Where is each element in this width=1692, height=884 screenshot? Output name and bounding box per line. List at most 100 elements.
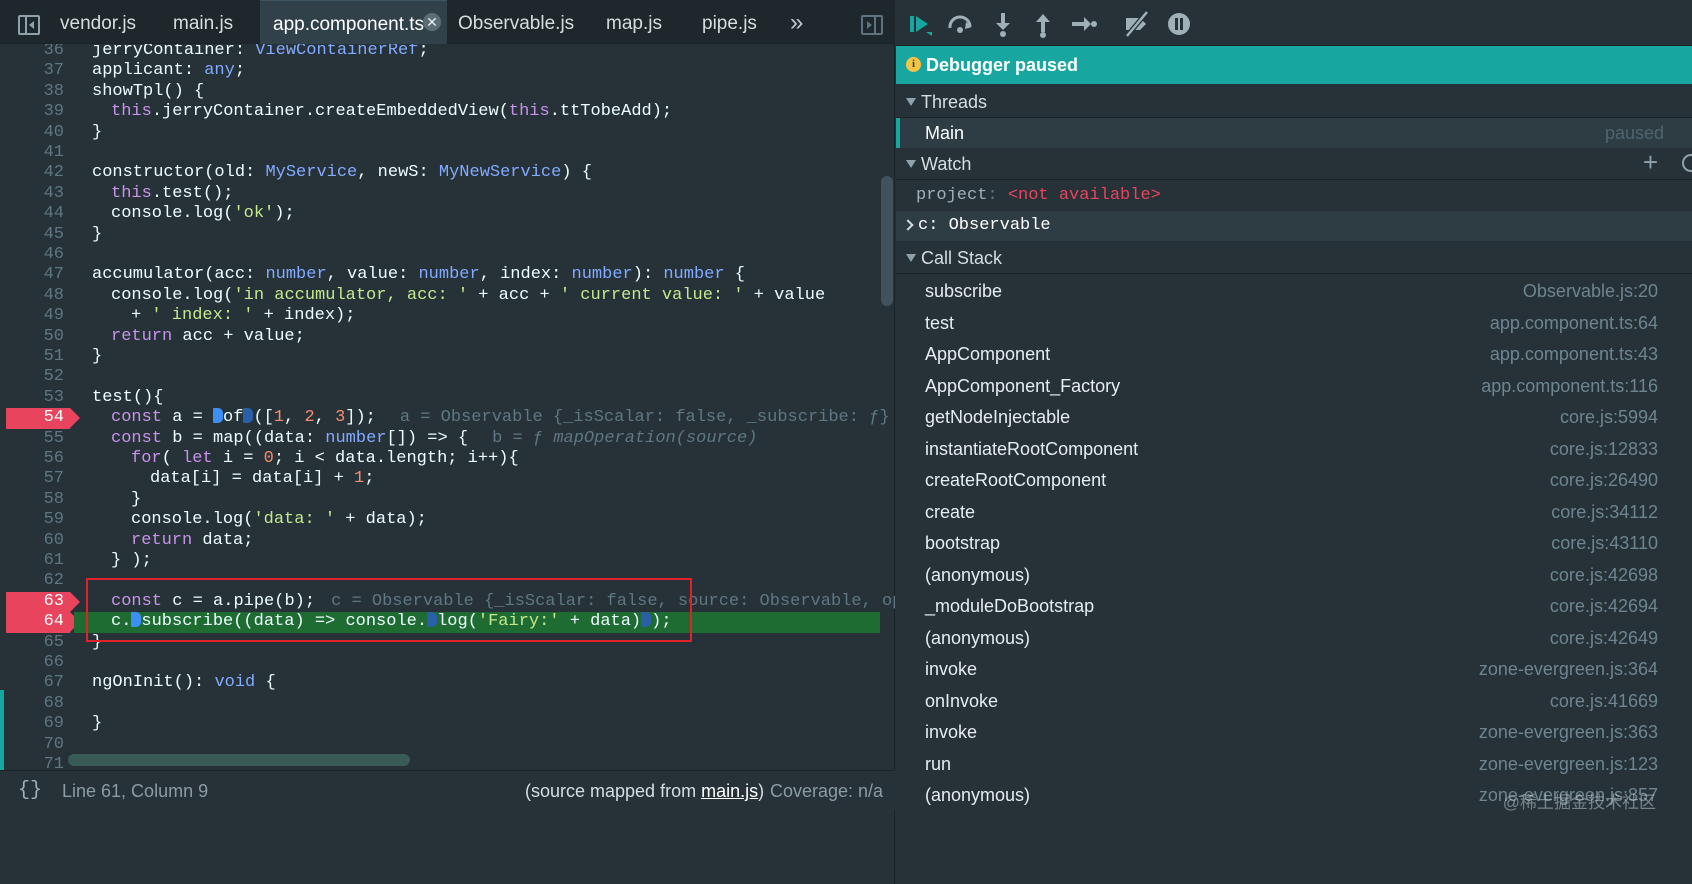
call-frame[interactable]: invoke zone-evergreen.js:363 — [896, 717, 1692, 749]
watch-section-header[interactable]: Watch + — [896, 146, 1692, 180]
line-number[interactable]: 47 — [6, 265, 70, 285]
line-number[interactable]: 37 — [6, 61, 70, 81]
line-number[interactable]: 41 — [6, 143, 70, 163]
call-frame[interactable]: subscribe Observable.js:20 — [896, 276, 1692, 308]
call-frame[interactable]: AppComponent app.component.ts:43 — [896, 339, 1692, 371]
chevron-right-icon[interactable] — [902, 219, 914, 231]
line-number[interactable]: 57 — [6, 469, 70, 489]
tab-main-js[interactable]: main.js — [173, 0, 233, 44]
line-number[interactable]: 51 — [6, 347, 70, 367]
tab-observable-js[interactable]: Observable.js — [458, 0, 574, 44]
inline-value-preview: b = ƒ mapOperation(source) — [492, 428, 758, 448]
line-number[interactable]: 49 — [6, 306, 70, 326]
tabs-overflow-icon[interactable]: » — [790, 8, 803, 38]
line-number[interactable]: 45 — [6, 225, 70, 245]
breakpoint-line-number[interactable]: 54 — [6, 408, 80, 429]
call-stack-section-header[interactable]: Call Stack — [896, 242, 1692, 274]
line-number[interactable]: 66 — [6, 653, 70, 673]
watch-expression[interactable]: project: <not available> — [896, 181, 1692, 211]
step-icon[interactable] — [1069, 10, 1097, 38]
code-line: 49 + ' index: ' + index); — [0, 306, 880, 326]
code-line: 68 — [0, 694, 880, 714]
sidebar-toggle-icon[interactable] — [18, 15, 40, 35]
code-line: 52 — [0, 367, 880, 387]
tab-app-component-ts[interactable]: app.component.ts ✕ — [260, 0, 447, 44]
source-map-link[interactable]: main.js — [701, 781, 758, 801]
code-line-breakpoint: 54 const a = of ([1, 2, 3]); a = Observable… — [0, 408, 890, 429]
vertical-scrollbar[interactable] — [881, 176, 893, 306]
call-frame[interactable]: createRootComponent core.js:26490 — [896, 465, 1692, 497]
line-number[interactable]: 39 — [6, 102, 70, 122]
breakpoint-line-number[interactable]: 63 — [6, 591, 80, 613]
line-number[interactable]: 48 — [6, 286, 70, 306]
line-number[interactable]: 46 — [6, 245, 70, 265]
step-into-icon[interactable] — [989, 10, 1017, 38]
line-number[interactable]: 36 — [6, 44, 70, 61]
call-frame[interactable]: test app.component.ts:64 — [896, 308, 1692, 340]
thread-item-main[interactable]: Main paused — [896, 118, 1692, 148]
call-frame[interactable]: AppComponent_Factory app.component.ts:116 — [896, 371, 1692, 403]
line-number[interactable]: 50 — [6, 327, 70, 347]
call-frame[interactable]: create core.js:34112 — [896, 497, 1692, 529]
horizontal-scrollbar[interactable] — [68, 754, 410, 766]
line-number[interactable]: 60 — [6, 531, 70, 551]
paused-message: Debugger paused — [926, 55, 1079, 75]
tab-label: app.component.ts — [273, 14, 425, 35]
code-line: 50 return acc + value; — [0, 327, 880, 347]
line-number[interactable]: 61 — [6, 551, 70, 571]
tab-vendor-js[interactable]: vendor.js — [60, 0, 136, 44]
line-number[interactable]: 44 — [6, 204, 70, 224]
line-number[interactable]: 40 — [6, 123, 70, 143]
deactivate-breakpoints-icon[interactable] — [1123, 10, 1151, 38]
line-number[interactable]: 68 — [6, 694, 70, 714]
threads-section-header[interactable]: Threads — [896, 86, 1692, 118]
line-number[interactable]: 43 — [6, 184, 70, 204]
code-view[interactable]: 36 jerryContainer: ViewContainerRef; 37 ap… — [0, 44, 895, 768]
close-icon[interactable]: ✕ — [423, 13, 441, 31]
line-number[interactable]: 53 — [6, 388, 70, 408]
line-number[interactable]: 62 — [6, 571, 70, 591]
code-line: 42 constructor(old: MyService, newS: MyNe… — [0, 163, 880, 183]
call-frame[interactable]: instantiateRootComponent core.js:12833 — [896, 434, 1692, 466]
call-frame[interactable]: bootstrap core.js:43110 — [896, 528, 1692, 560]
call-frame[interactable]: getNodeInjectable core.js:5994 — [896, 402, 1692, 434]
call-frame[interactable]: _moduleDoBootstrap core.js:42694 — [896, 591, 1692, 623]
add-watch-icon[interactable]: + — [1643, 146, 1658, 178]
line-number[interactable]: 42 — [6, 163, 70, 183]
devtools-debugger-window: vendor.js main.js app.component.ts ✕ Obs… — [0, 0, 1692, 884]
line-number[interactable]: 67 — [6, 673, 70, 693]
code-line: 44 console.log('ok'); — [0, 204, 880, 224]
pretty-print-button[interactable]: {} — [18, 771, 42, 811]
line-number[interactable]: 38 — [6, 82, 70, 102]
line-number[interactable]: 59 — [6, 510, 70, 530]
expand-triangle-icon — [906, 160, 916, 168]
step-out-icon[interactable] — [1029, 10, 1057, 38]
call-frame[interactable]: invoke zone-evergreen.js:364 — [896, 654, 1692, 686]
line-number[interactable]: 65 — [6, 633, 70, 653]
line-number[interactable]: 52 — [6, 367, 70, 387]
pause-on-exceptions-icon[interactable] — [1165, 10, 1193, 38]
expand-triangle-icon — [906, 254, 916, 262]
column-breakpoint-marker[interactable] — [243, 408, 254, 424]
call-frame[interactable]: (anonymous) core.js:42649 — [896, 623, 1692, 655]
tab-pipe-js[interactable]: pipe.js — [702, 0, 757, 44]
debugger-pane-toggle-icon[interactable] — [861, 15, 883, 35]
call-frame[interactable]: run zone-evergreen.js:123 — [896, 749, 1692, 781]
call-frame[interactable]: onInvoke core.js:41669 — [896, 686, 1692, 718]
line-number[interactable]: 55 — [6, 429, 70, 449]
line-number[interactable]: 71 — [6, 755, 70, 768]
line-number[interactable]: 69 — [6, 714, 70, 734]
refresh-icon[interactable] — [1682, 154, 1692, 172]
line-number[interactable]: 58 — [6, 490, 70, 510]
tab-map-js[interactable]: map.js — [606, 0, 662, 44]
call-frame[interactable]: (anonymous) core.js:42698 — [896, 560, 1692, 592]
step-over-icon[interactable] — [946, 10, 974, 38]
line-number[interactable]: 70 — [6, 735, 70, 755]
breakpoint-line-number[interactable]: 64 — [6, 612, 80, 633]
column-breakpoint-marker[interactable] — [213, 408, 224, 424]
section-title: Watch — [921, 154, 972, 174]
line-number[interactable]: 56 — [6, 449, 70, 469]
resume-icon[interactable] — [906, 10, 934, 38]
watch-expression[interactable]: c: Observable — [896, 211, 1692, 241]
code-line: 48 console.log('in accumulator, acc: ' + … — [0, 286, 880, 306]
